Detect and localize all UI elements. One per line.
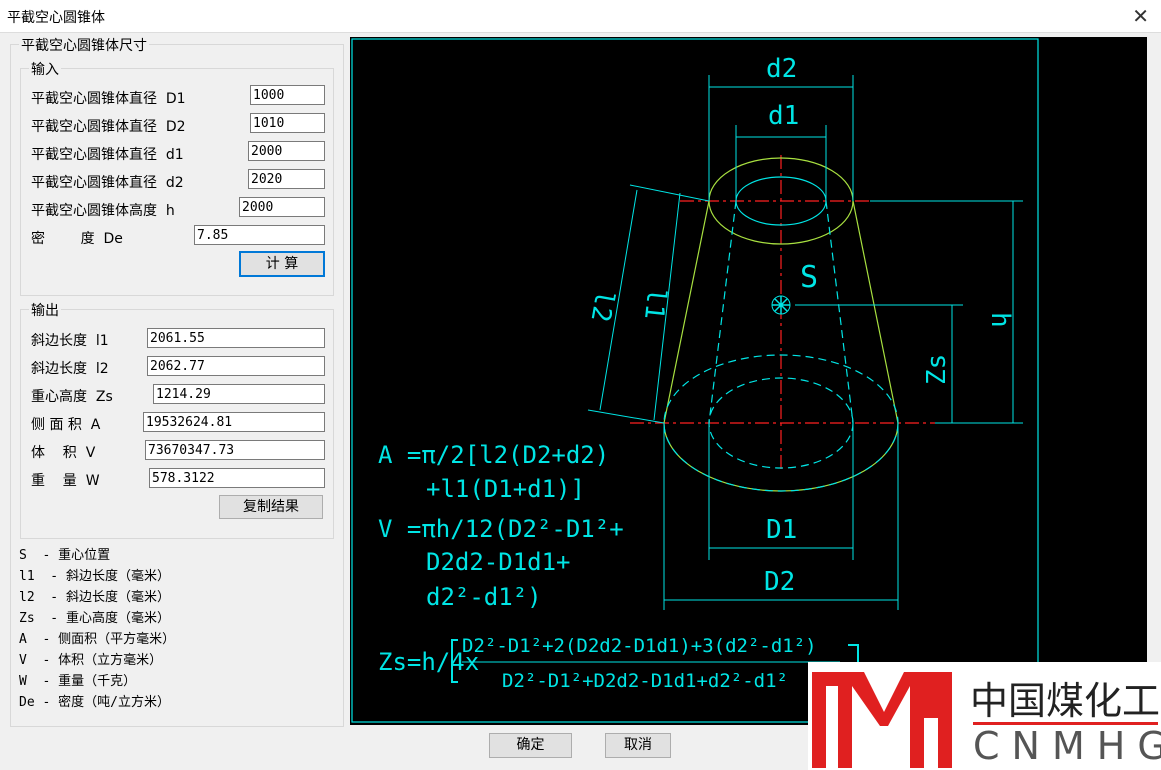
- label-V: 体 积 V: [31, 445, 96, 461]
- label-Zs: 重心高度 Zs: [31, 389, 113, 405]
- window-title: 平截空心圆锥体: [7, 10, 105, 26]
- legend-item: S - 重心位置: [19, 548, 111, 563]
- input-h[interactable]: 2000: [239, 197, 325, 217]
- input-D1[interactable]: 1000: [250, 85, 325, 105]
- legend-item: W - 重量（千克）: [19, 674, 137, 689]
- legend-item: l1 - 斜边长度（毫米）: [19, 569, 170, 584]
- dimension-lines: [587, 75, 1023, 610]
- label-l2: 斜边长度 l2: [31, 361, 109, 377]
- label-h: 平截空心圆锥体高度 h: [31, 203, 175, 219]
- formula-Zs-numerator: D2²-D1²+2(D2d2-D1d1)+3(d2²-d1²): [462, 635, 817, 657]
- label-De: 密 度 De: [31, 231, 123, 247]
- label-l1-dim: l1: [638, 287, 671, 321]
- output-group: 输出 斜边长度 l1 2061.55 斜边长度 l2 2062.77 重心高度 …: [20, 300, 334, 539]
- label-A: 侧 面 积 A: [31, 417, 101, 433]
- output-A[interactable]: 19532624.81: [143, 412, 325, 432]
- formula-V-line3: d2²-d1²): [426, 583, 542, 611]
- watermark-cn: 中国煤化工: [970, 679, 1161, 723]
- formula-A-line2: +l1(D1+d1)]: [426, 475, 585, 503]
- ok-button[interactable]: 确定: [489, 733, 572, 758]
- label-S: S: [800, 260, 818, 295]
- input-De[interactable]: 7.85: [194, 225, 325, 245]
- legend-item: A - 侧面积（平方毫米）: [19, 632, 176, 647]
- label-h-dim: h: [985, 312, 1015, 328]
- label-d1: 平截空心圆锥体直径 d1: [31, 147, 184, 163]
- output-Zs[interactable]: 1214.29: [153, 384, 325, 404]
- label-D1: 平截空心圆锥体直径 D1: [31, 91, 186, 107]
- label-l2-dim: l2: [584, 288, 619, 324]
- legend-item: l2 - 斜边长度（毫米）: [19, 590, 170, 605]
- input-title: 输入: [29, 59, 61, 79]
- cancel-button[interactable]: 取消: [605, 733, 671, 758]
- close-icon[interactable]: ✕: [1132, 4, 1149, 28]
- watermark-logo: 中国煤化工 CNMHG: [808, 662, 1161, 770]
- output-l1[interactable]: 2061.55: [147, 328, 325, 348]
- label-d1-dim: d1: [768, 101, 799, 131]
- legend-item: V - 体积（立方毫米）: [19, 653, 163, 668]
- formula-V-line2: D2d2-D1d1+: [426, 548, 571, 576]
- label-D2: 平截空心圆锥体直径 D2: [31, 119, 186, 135]
- dimension-labels: d2 d1 D1 D2 S h Zs l2 l1: [584, 54, 1015, 597]
- output-W[interactable]: 578.3122: [149, 468, 325, 488]
- calculate-button[interactable]: 计 算: [239, 251, 325, 277]
- label-l1: 斜边长度 l1: [31, 333, 109, 349]
- copy-result-button[interactable]: 复制结果: [219, 495, 323, 519]
- output-l2[interactable]: 2062.77: [147, 356, 325, 376]
- label-D1-dim: D1: [766, 515, 797, 545]
- formula-Zs-denominator: D2²-D1²+D2d2-D1d1+d2²-d1²: [502, 670, 788, 692]
- label-W: 重 量 W: [31, 473, 100, 489]
- group-title: 平截空心圆锥体尺寸: [19, 35, 149, 55]
- title-bar: 平截空心圆锥体 ✕: [0, 0, 1161, 33]
- label-d2: 平截空心圆锥体直径 d2: [31, 175, 184, 191]
- input-d2[interactable]: 2020: [248, 169, 325, 189]
- mh-logo-icon: [812, 672, 952, 768]
- output-V[interactable]: 73670347.73: [145, 440, 325, 460]
- output-title: 输出: [29, 300, 61, 320]
- input-d1[interactable]: 2000: [248, 141, 325, 161]
- input-D2[interactable]: 1010: [250, 113, 325, 133]
- label-D2-dim: D2: [764, 567, 795, 597]
- input-group: 输入 平截空心圆锥体直径 D1 1000 平截空心圆锥体直径 D2 1010 平…: [20, 59, 334, 296]
- formula-A-line1: A =π/2[l2(D2+d2): [378, 441, 609, 469]
- centroid-icon: [771, 295, 791, 315]
- watermark-en: CNMHG: [973, 724, 1161, 768]
- legend-item: Zs - 重心高度（毫米）: [19, 611, 170, 626]
- label-Zs-dim: Zs: [922, 354, 952, 385]
- formula-V-line1: V =πh/12(D2²-D1²+: [378, 515, 624, 543]
- legend-item: De - 密度（吨/立方米）: [19, 695, 170, 710]
- label-d2-dim: d2: [766, 54, 797, 84]
- cad-drawing: d2 d1 D1 D2 S h Zs l2 l1 A =π/2[l2(D2+d2…: [350, 37, 1147, 725]
